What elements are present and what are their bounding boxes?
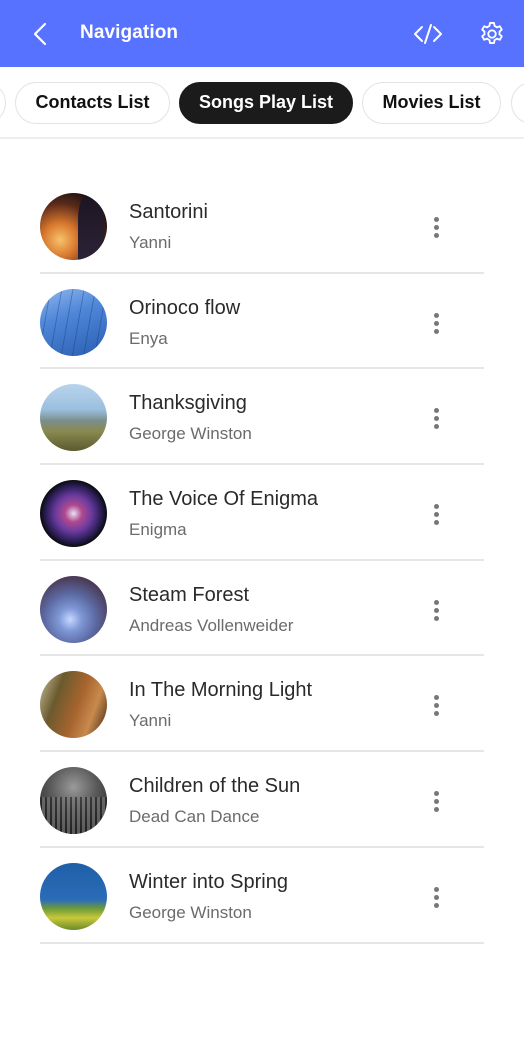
songs-list: Santorini Yanni Orinoco flow Enya Thanks…	[40, 178, 484, 944]
song-row[interactable]: The Voice Of Enigma Enigma	[40, 465, 484, 561]
song-artist: Enya	[129, 328, 168, 348]
album-cover	[40, 288, 107, 356]
back-button[interactable]	[26, 19, 56, 49]
chevron-left-icon	[33, 22, 47, 46]
song-title: Steam Forest	[129, 583, 250, 606]
tab-movies-list[interactable]: Movies List	[362, 82, 501, 124]
song-artist: Andreas Vollenweider	[129, 615, 294, 635]
view-code-button[interactable]	[411, 19, 445, 49]
song-row[interactable]: Thanksgiving George Winston	[40, 369, 484, 466]
album-cover	[40, 767, 107, 835]
song-row[interactable]: In The Morning Light Yanni	[40, 656, 484, 753]
app-bar: Navigation	[0, 0, 524, 67]
more-vertical-icon[interactable]	[426, 786, 446, 814]
gear-icon	[481, 21, 503, 45]
song-artist: George Winston	[129, 424, 252, 444]
song-title: Winter into Spring	[129, 870, 288, 893]
tab-songs-play-list[interactable]: Songs Play List	[179, 82, 353, 124]
song-artist: Yanni	[129, 711, 172, 731]
more-vertical-icon[interactable]	[426, 403, 446, 431]
song-row[interactable]: Orinoco flow Enya	[40, 274, 484, 370]
tab-previous[interactable]	[0, 82, 6, 124]
album-cover	[40, 575, 107, 643]
album-cover	[40, 671, 107, 739]
song-title: In The Morning Light	[129, 679, 313, 702]
song-row[interactable]: Children of the Sun Dead Can Dance	[40, 752, 484, 848]
song-artist: Dead Can Dance	[129, 807, 260, 827]
more-vertical-icon[interactable]	[426, 212, 446, 240]
song-artist: Enigma	[129, 520, 187, 540]
song-artist: Yanni	[129, 233, 172, 252]
song-title: Thanksgiving	[129, 392, 247, 415]
more-vertical-icon[interactable]	[426, 308, 446, 336]
song-artist: George Winston	[129, 902, 252, 922]
list-type-tabs: Contacts List Songs Play List Movies Lis…	[0, 67, 524, 139]
code-icon	[414, 24, 442, 44]
page-title: Navigation	[80, 22, 179, 43]
more-vertical-icon[interactable]	[426, 595, 446, 623]
album-cover	[40, 480, 107, 548]
more-vertical-icon[interactable]	[426, 690, 446, 718]
more-vertical-icon[interactable]	[426, 499, 446, 527]
album-cover	[40, 384, 107, 452]
song-title: Orinoco flow	[129, 296, 241, 319]
tab-contacts-list[interactable]: Contacts List	[15, 82, 170, 124]
settings-button[interactable]	[478, 20, 506, 48]
song-row[interactable]: Steam Forest Andreas Vollenweider	[40, 561, 484, 657]
more-vertical-icon[interactable]	[426, 882, 446, 910]
tab-next[interactable]	[511, 82, 524, 124]
song-row[interactable]: Winter into Spring George Winston	[40, 848, 484, 944]
song-title: The Voice Of Enigma	[129, 488, 318, 511]
song-title: Santorini	[129, 201, 208, 223]
album-cover	[40, 862, 107, 930]
song-title: Children of the Sun	[129, 775, 301, 798]
album-cover	[40, 193, 107, 260]
song-row[interactable]: Santorini Yanni	[40, 178, 484, 274]
